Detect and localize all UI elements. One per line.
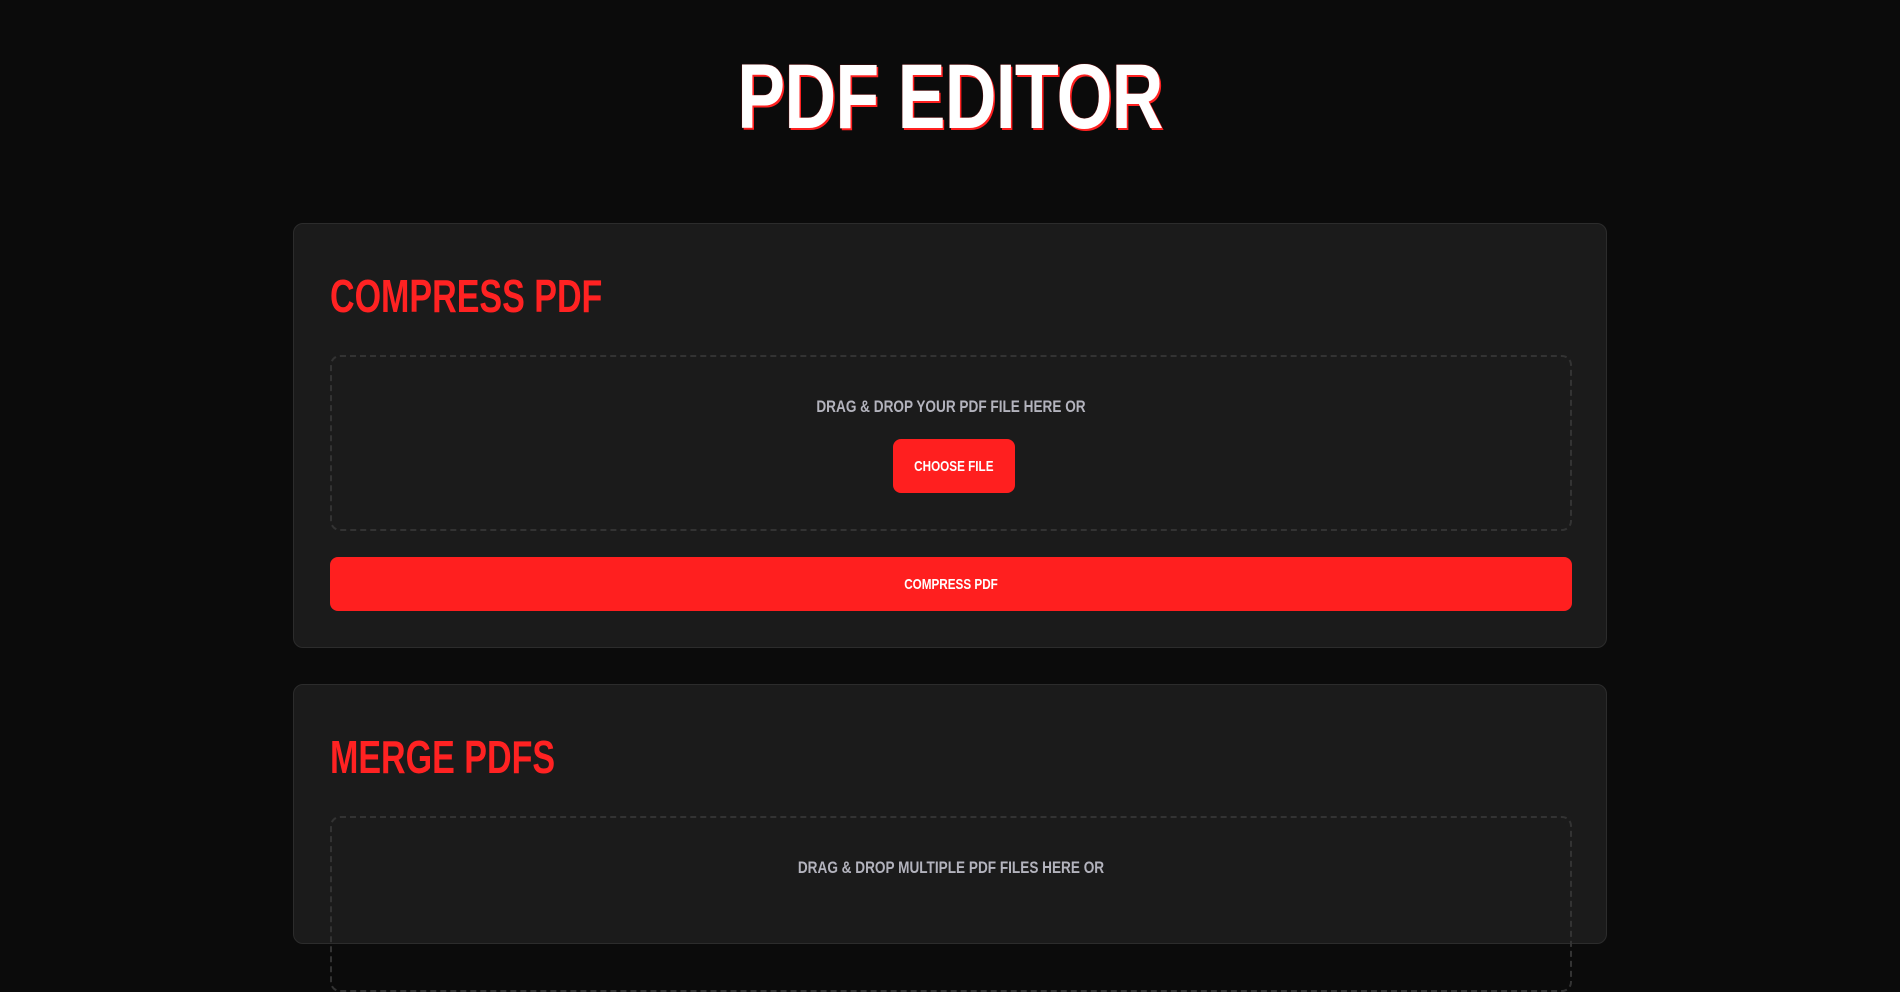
choose-file-label: CHOOSE FILE (914, 457, 994, 475)
compress-pdf-button-label: COMPRESS PDF (904, 575, 998, 593)
merge-pdfs-card: MERGE PDFS DRAG & DROP MULTIPLE PDF FILE… (293, 684, 1607, 992)
compress-pdf-button[interactable]: COMPRESS PDF (330, 557, 1572, 611)
compress-pdf-card: COMPRESS PDF DRAG & DROP YOUR PDF FILE H… (293, 223, 1607, 648)
merge-drop-zone[interactable]: DRAG & DROP MULTIPLE PDF FILES HERE OR (330, 816, 1572, 992)
merge-pdfs-title: MERGE PDFS (330, 731, 556, 783)
page-title: PDF EDITOR (737, 46, 1163, 148)
compress-choose-file-button[interactable]: CHOOSE FILE (893, 439, 1015, 493)
merge-drop-text: DRAG & DROP MULTIPLE PDF FILES HERE OR (797, 858, 1105, 877)
compress-drop-text: DRAG & DROP YOUR PDF FILE HERE OR (816, 397, 1086, 416)
compress-pdf-title: COMPRESS PDF (330, 270, 603, 322)
compress-drop-zone[interactable]: DRAG & DROP YOUR PDF FILE HERE OR CHOOSE… (330, 355, 1572, 531)
